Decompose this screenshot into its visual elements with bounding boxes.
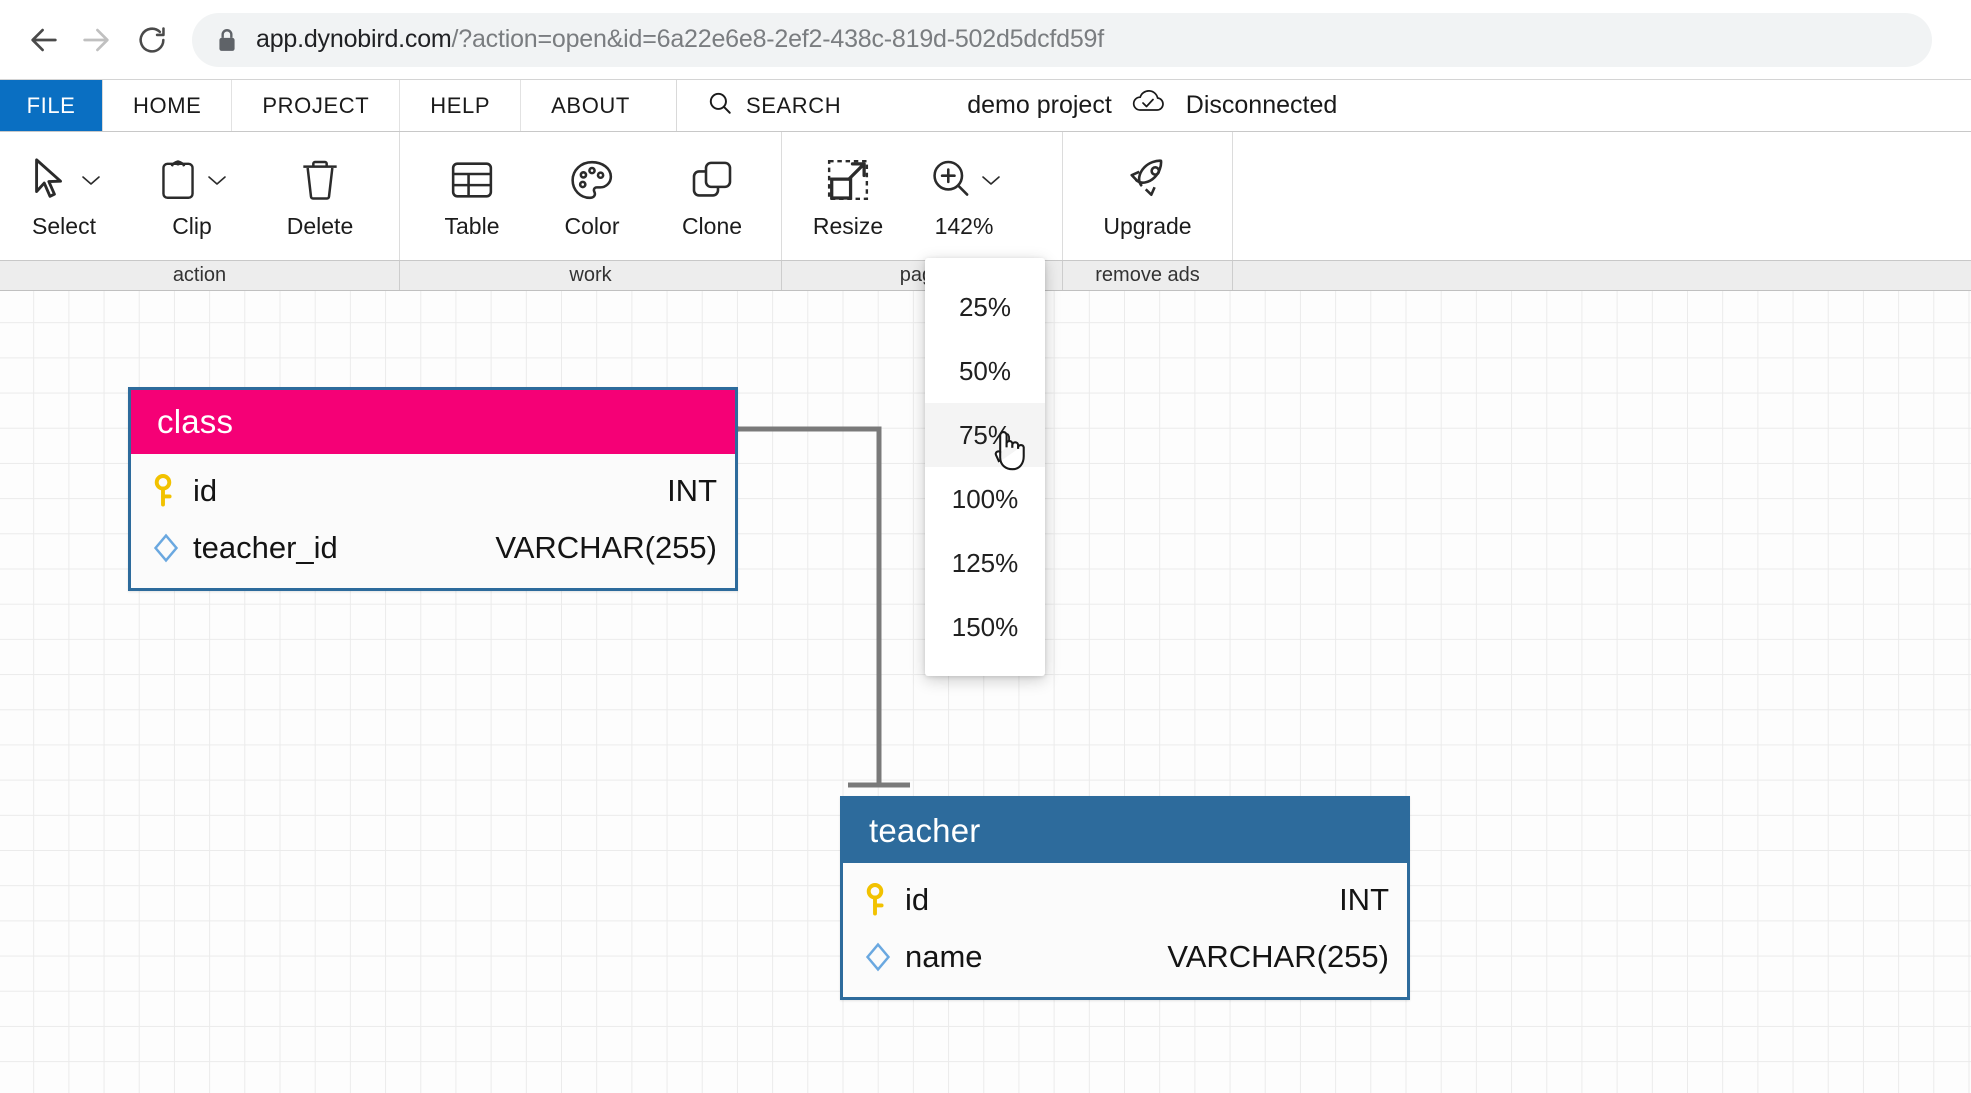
diamond-column-icon xyxy=(151,531,193,565)
primary-key-icon xyxy=(863,882,905,918)
project-name: demo project xyxy=(967,91,1112,119)
upgrade-label: Upgrade xyxy=(1103,213,1192,239)
primary-key-icon xyxy=(151,473,193,509)
clone-button[interactable]: Clone xyxy=(656,144,768,240)
ribbon-caption-action: action xyxy=(0,261,400,290)
table-row[interactable]: id INT xyxy=(843,871,1407,928)
menu-item-project[interactable]: PROJECT xyxy=(231,80,399,131)
er-table-title: class xyxy=(157,403,234,440)
upgrade-button[interactable]: Upgrade xyxy=(1063,144,1232,240)
column-name: teacher_id xyxy=(193,529,338,565)
rocket-icon xyxy=(1122,155,1174,210)
select-label: Select xyxy=(32,213,96,239)
table-label: Table xyxy=(444,213,500,239)
address-bar[interactable]: app.dynobird.com/?action=open&id=6a22e6e… xyxy=(192,12,1932,67)
menu-item-help[interactable]: HELP xyxy=(399,80,520,131)
chevron-down-icon[interactable] xyxy=(980,173,1002,192)
ribbon-caption-empty xyxy=(1233,261,1971,290)
url-text: app.dynobird.com/?action=open&id=6a22e6e… xyxy=(256,25,1104,54)
forward-button[interactable] xyxy=(70,14,122,66)
er-table-columns-teacher: id INT name VARCHAR(255) xyxy=(843,863,1407,997)
menu-item-home[interactable]: HOME xyxy=(102,80,231,131)
zoom-option-50[interactable]: 50% xyxy=(925,339,1045,403)
table-row[interactable]: teacher_id VARCHAR(255) xyxy=(131,519,735,576)
column-name: name xyxy=(905,938,983,974)
reload-icon xyxy=(136,24,168,56)
trash-icon xyxy=(298,155,342,210)
ribbon-caption-remove-ads: remove ads xyxy=(1063,261,1233,290)
ribbon-group-work: Table Color Clone xyxy=(400,132,782,260)
zoom-level-label: 142% xyxy=(934,213,994,239)
delete-button[interactable]: Delete xyxy=(264,144,376,240)
search-icon xyxy=(707,90,733,122)
reload-button[interactable] xyxy=(126,14,178,66)
zoom-option-100[interactable]: 100% xyxy=(925,467,1045,531)
table-row[interactable]: name VARCHAR(255) xyxy=(843,928,1407,985)
menu-item-file[interactable]: FILE xyxy=(0,80,102,131)
er-table-columns-class: id INT teacher_id VARCHAR(255) xyxy=(131,454,735,588)
color-button[interactable]: Color xyxy=(536,144,648,240)
clipboard-icon xyxy=(157,155,199,210)
er-table-header-class[interactable]: class xyxy=(131,390,735,454)
er-table-header-teacher[interactable]: teacher xyxy=(843,799,1407,863)
column-type: INT xyxy=(1339,881,1389,917)
zoom-in-icon xyxy=(927,156,973,209)
column-name: id xyxy=(193,472,218,508)
clone-label: Clone xyxy=(681,213,743,239)
diamond-column-icon xyxy=(863,940,905,974)
ribbon-group-action: Select Clip Delete xyxy=(0,132,400,260)
zoom-option-75[interactable]: 75% xyxy=(925,403,1045,467)
project-status-area: demo project Disconnected xyxy=(967,80,1337,131)
resize-label: Resize xyxy=(812,213,884,239)
table-row[interactable]: id INT xyxy=(131,462,735,519)
chevron-down-icon[interactable] xyxy=(206,173,228,192)
browser-toolbar: app.dynobird.com/?action=open&id=6a22e6e… xyxy=(0,0,1971,79)
table-button[interactable]: Table xyxy=(416,144,528,240)
url-host: app.dynobird.com xyxy=(256,25,452,53)
palette-icon xyxy=(568,157,616,208)
back-button[interactable] xyxy=(18,14,70,66)
column-name: id xyxy=(905,881,930,917)
arrow-left-icon xyxy=(27,23,61,57)
column-type: INT xyxy=(667,472,717,508)
app-menubar: FILE HOME PROJECT HELP ABOUT SEARCH demo… xyxy=(0,79,1971,132)
clone-icon xyxy=(688,157,736,208)
er-table-class[interactable]: class id INT teacher_id VARCHAR(255) xyxy=(128,387,738,591)
zoom-option-125[interactable]: 125% xyxy=(925,531,1045,595)
chevron-down-icon[interactable] xyxy=(80,173,102,192)
ribbon-group-page: Resize 142% xyxy=(782,132,1063,260)
zoom-dropdown-menu[interactable]: 25% 50% 75% 100% 125% 150% xyxy=(925,258,1045,676)
select-button[interactable]: Select xyxy=(8,144,120,240)
cloud-check-icon xyxy=(1129,88,1169,123)
zoom-option-150[interactable]: 150% xyxy=(925,595,1045,659)
arrow-right-icon xyxy=(79,23,113,57)
search-button[interactable]: SEARCH xyxy=(675,80,867,131)
ribbon-empty-space xyxy=(1233,132,1971,260)
cursor-arrow-icon xyxy=(27,155,73,210)
zoom-level-button[interactable]: 142% xyxy=(908,144,1020,240)
column-type: VARCHAR(255) xyxy=(495,529,717,565)
clip-label: Clip xyxy=(172,213,212,239)
url-path: /?action=open&id=6a22e6e8-2ef2-438c-819d… xyxy=(451,25,1105,53)
ribbon-toolbar: Select Clip Delete Table Color Clone Res… xyxy=(0,132,1971,261)
ribbon-group-remove-ads: Upgrade xyxy=(1063,132,1233,260)
clip-button[interactable]: Clip xyxy=(136,144,248,240)
menu-item-about[interactable]: ABOUT xyxy=(520,80,660,131)
connection-status: Disconnected xyxy=(1185,91,1338,119)
table-icon xyxy=(448,157,496,208)
lock-icon xyxy=(216,27,238,53)
color-label: Color xyxy=(564,213,620,239)
resize-icon xyxy=(823,156,873,209)
search-label: SEARCH xyxy=(745,92,842,118)
column-type: VARCHAR(255) xyxy=(1167,938,1389,974)
er-table-teacher[interactable]: teacher id INT name VARCHAR(255) xyxy=(840,796,1410,1000)
er-table-title: teacher xyxy=(869,812,981,849)
delete-label: Delete xyxy=(286,213,354,239)
ribbon-caption-work: work xyxy=(400,261,782,290)
zoom-option-25[interactable]: 25% xyxy=(925,275,1045,339)
resize-button[interactable]: Resize xyxy=(792,144,904,240)
